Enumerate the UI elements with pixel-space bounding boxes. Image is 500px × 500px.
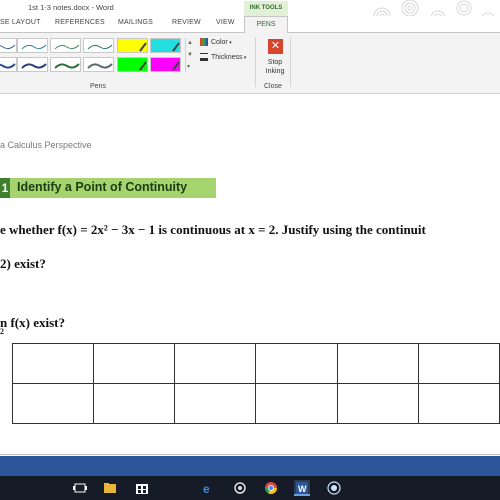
pen-stroke-icon	[0, 44, 16, 50]
section-subtitle: a Calculus Perspective	[0, 140, 92, 150]
stop-inking-label: Stop Inking	[265, 59, 285, 75]
close-icon: ✕	[268, 39, 283, 54]
table-cell[interactable]	[336, 383, 419, 424]
chevron-down-icon: ▾	[227, 39, 232, 46]
table-cell[interactable]	[174, 383, 257, 424]
stop-inking-button[interactable]: ✕ Stop Inking	[259, 37, 291, 81]
document-page[interactable]: a Calculus Perspective 1 Identify a Poin…	[0, 94, 500, 456]
pen-stroke-icon	[87, 44, 113, 50]
pen-navy[interactable]	[17, 57, 48, 72]
question-limit-exists: n f(x) exist?	[0, 315, 65, 330]
table-cell[interactable]	[93, 343, 176, 384]
pen-stroke-icon	[87, 63, 113, 69]
page-divider	[0, 454, 500, 455]
ribbon: ▲ ▼ ▾ Pens Color ▾ Thickness ▾ ✕ Stop In…	[0, 32, 500, 94]
color-swatch-icon	[200, 38, 208, 46]
file-explorer-icon[interactable]	[102, 480, 118, 496]
store-icon[interactable]	[134, 480, 150, 496]
table-cell[interactable]	[336, 343, 419, 384]
table-cell[interactable]	[255, 383, 338, 424]
table-cell[interactable]	[417, 383, 500, 424]
example-title: Identify a Point of Continuity	[17, 180, 188, 194]
example-number: 1	[0, 178, 10, 198]
tab-references[interactable]: REFERENCES	[55, 19, 105, 26]
pen-green[interactable]	[50, 38, 81, 53]
table-cell[interactable]	[11, 383, 95, 424]
record-icon[interactable]	[326, 480, 342, 496]
chrome-icon[interactable]	[263, 480, 279, 496]
pen-stroke-icon	[54, 63, 80, 69]
color-button[interactable]: Color ▾	[200, 38, 232, 46]
tab-pens[interactable]: PENS	[244, 16, 288, 33]
status-bar	[0, 456, 500, 476]
ink-tools-context-label: INK TOOLS	[244, 1, 288, 16]
pens-gallery-scroll[interactable]: ▲ ▼ ▾	[185, 38, 193, 72]
tab-review[interactable]: REVIEW	[172, 19, 201, 26]
table-cell[interactable]	[11, 343, 95, 384]
pen-dark-teal[interactable]	[83, 38, 114, 53]
window-title: 1st 1-3 notes.docx - Word	[28, 3, 114, 12]
highlighter-green[interactable]	[117, 57, 148, 72]
problem-statement: e whether f(x) = 2x² − 3x − 1 is continu…	[0, 222, 426, 237]
task-view-icon[interactable]	[72, 480, 88, 496]
table-row	[11, 343, 500, 384]
question-f2-exists: 2) exist?	[0, 256, 46, 271]
highlighter-magenta[interactable]	[150, 57, 181, 72]
pen-stroke-icon	[21, 44, 47, 50]
close-group-label: Close	[264, 83, 282, 90]
svg-text:e: e	[203, 482, 210, 496]
pen-stroke-icon	[0, 63, 16, 69]
thickness-button[interactable]: Thickness ▾	[200, 53, 246, 61]
group-divider	[290, 37, 291, 87]
chevron-down-icon[interactable]: ▼	[187, 52, 193, 58]
highlighter-yellow[interactable]	[117, 38, 148, 53]
edge-icon[interactable]: e	[200, 480, 216, 496]
pens-group-label: Pens	[90, 83, 106, 90]
chevron-down-icon: ▾	[242, 54, 247, 61]
highlighter-icon	[139, 42, 147, 52]
svg-text:W: W	[298, 484, 307, 494]
table-cell[interactable]	[255, 343, 338, 384]
pen-blue-thick[interactable]	[0, 57, 17, 72]
table-cell[interactable]	[174, 343, 257, 384]
table-cell[interactable]	[417, 343, 500, 384]
tab-view[interactable]: VIEW	[216, 19, 235, 26]
highlighter-icon	[172, 61, 180, 71]
value-table	[11, 343, 500, 424]
pen-blue-thin[interactable]	[0, 38, 17, 53]
pen-stroke-icon	[21, 63, 47, 69]
chevron-up-icon[interactable]: ▲	[187, 40, 193, 46]
table-cell[interactable]	[93, 383, 176, 424]
limit-subscript: 2	[0, 327, 4, 336]
pen-teal[interactable]	[17, 38, 48, 53]
group-divider	[255, 37, 256, 87]
highlighter-icon	[172, 42, 180, 52]
table-row	[11, 383, 500, 424]
thickness-label: Thickness	[211, 53, 243, 61]
tab-mailings[interactable]: MAILINGS	[118, 19, 153, 26]
gallery-more-icon[interactable]: ▾	[187, 63, 190, 70]
word-icon[interactable]: W	[294, 480, 310, 496]
color-label: Color	[211, 38, 228, 46]
tab-page-layout[interactable]: SE LAYOUT	[0, 19, 41, 26]
highlighter-icon	[139, 61, 147, 71]
example-banner: 1 Identify a Point of Continuity	[0, 178, 216, 198]
bluetooth-icon[interactable]	[232, 480, 248, 496]
pen-stroke-icon	[54, 44, 80, 50]
highlighter-cyan[interactable]	[150, 38, 181, 53]
taskbar: e W	[0, 476, 500, 500]
pen-forest-green[interactable]	[50, 57, 81, 72]
pen-grey[interactable]	[83, 57, 114, 72]
thickness-icon	[200, 53, 208, 61]
